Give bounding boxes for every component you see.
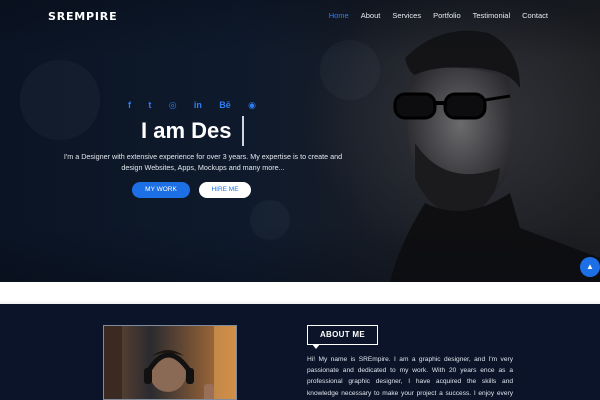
dribbble-icon[interactable]: ◉ <box>248 100 256 110</box>
title-notch <box>312 344 320 349</box>
about-title: ABOUT ME <box>307 325 378 345</box>
nav-link-testimonial[interactable]: Testimonial <box>473 11 511 20</box>
twitter-icon[interactable]: t <box>148 100 151 110</box>
nav-menu: Home About Services Portfolio Testimonia… <box>329 11 548 20</box>
facebook-icon[interactable]: f <box>128 100 131 110</box>
behance-icon[interactable]: Bē <box>219 100 231 110</box>
chevron-up-icon: ▲ <box>586 262 594 271</box>
nav-link-contact[interactable]: Contact <box>522 11 548 20</box>
hero-description: I'm a Designer with extensive experience… <box>63 152 343 172</box>
nav-link-services[interactable]: Services <box>392 11 421 20</box>
nav-link-portfolio[interactable]: Portfolio <box>433 11 461 20</box>
hero-headline: I am Des <box>141 118 232 143</box>
instagram-icon[interactable]: ◎ <box>169 100 177 110</box>
scroll-top-button[interactable]: ▲ <box>580 257 600 277</box>
social-links: f t ◎ in Bē ◉ <box>128 100 256 110</box>
my-work-button[interactable]: MY WORK <box>132 182 190 198</box>
nav-link-home[interactable]: Home <box>329 11 349 20</box>
about-photo <box>103 325 237 400</box>
top-navbar: SREMPIRE Home About Services Portfolio T… <box>0 0 600 32</box>
hero-section: SREMPIRE Home About Services Portfolio T… <box>0 0 600 282</box>
about-description: Hi! My name is SREmpire. I am a graphic … <box>307 356 513 397</box>
about-section: ABOUT ME Hi! My name is SREmpire. I am a… <box>0 304 600 400</box>
brand-logo[interactable]: SREMPIRE <box>48 10 117 23</box>
nav-link-about[interactable]: About <box>361 11 381 20</box>
linkedin-icon[interactable]: in <box>194 100 202 110</box>
hire-me-button[interactable]: HIRE ME <box>199 182 251 198</box>
typing-caret <box>242 116 244 146</box>
